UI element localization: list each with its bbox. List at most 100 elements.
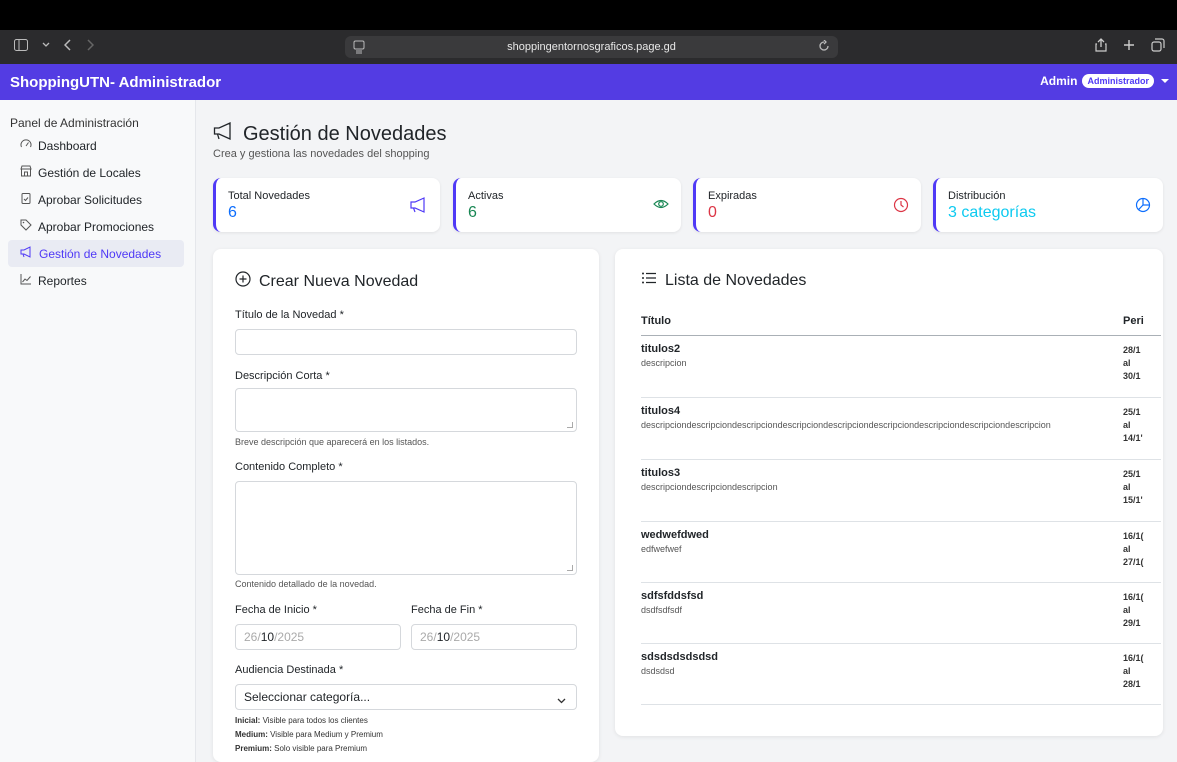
chevron-down-icon[interactable] [42,42,50,48]
sidebar-item-reportes[interactable]: Reportes [8,267,184,294]
note-text: Solo visible para Premium [271,744,368,753]
periodo-inicio: 25/1 [1123,469,1141,479]
dropdown-caret-icon [1161,79,1169,83]
row-titulo: sdfsfddsfsd [641,590,704,602]
sidebar-item-solicitudes[interactable]: Aprobar Solicitudes [8,186,184,213]
titulo-label: Título de la Novedad * [235,309,344,321]
note-text: Visible para Medium y Premium [267,730,383,739]
megaphone-icon [213,121,235,146]
chart-line-icon [20,273,32,288]
row-titulo: titulos4 [641,405,681,417]
contenido-label: Contenido Completo * [235,461,343,473]
descripcion-textarea[interactable] [235,388,577,432]
stat-value: 6 [228,204,237,221]
clock-icon [893,197,909,216]
periodo-inicio: 28/1 [1123,345,1141,355]
row-titulo: titulos3 [641,467,681,479]
fecha-inicio-input[interactable]: 26/10/2025 [235,624,401,650]
form-title: Crear Nueva Novedad [235,271,418,292]
periodo-fin: 15/1' [1123,495,1143,505]
list-icon [641,271,657,290]
contenido-textarea[interactable] [235,481,577,575]
sidebar-item-label: Aprobar Promociones [38,219,155,234]
row-descripcion: dsdsdsd [641,666,675,676]
column-header-titulo[interactable]: Título [641,315,671,327]
sidebar-item-label: Gestión de Novedades [39,246,162,261]
sidebar-item-locales[interactable]: Gestión de Locales [8,159,184,186]
audiencia-select[interactable]: Seleccionar categoría... [235,684,577,710]
sidebar-item-promociones[interactable]: Aprobar Promociones [8,213,184,240]
note-key: Medium: [235,730,268,739]
periodo-fin: 29/1 [1123,618,1141,628]
table-row[interactable]: titulos2 descripcion 28/1 al 30/1 [641,335,1161,397]
audiencia-note-premium: Premium: Solo visible para Premium [235,744,367,753]
forward-icon[interactable] [86,39,94,51]
contenido-help: Contenido detallado de la novedad. [235,579,377,589]
sidebar-item-label: Dashboard [38,138,97,153]
periodo-inicio: 16/1( [1123,653,1144,663]
sidebar-toggle-icon[interactable] [14,39,28,51]
resize-handle-icon[interactable] [567,422,573,428]
audiencia-selected: Seleccionar categoría... [244,690,371,704]
user-menu[interactable]: Admin Administrador [1040,74,1169,88]
date-month: 10 [436,630,451,644]
titulo-input[interactable] [235,329,577,355]
periodo-al: al [1123,358,1131,368]
table-row[interactable]: titulos3 descripciondescripciondescripci… [641,459,1161,521]
lista-novedades-card: Lista de Novedades Título Peri titulos2 … [615,249,1163,736]
periodo-al: al [1123,482,1131,492]
periodo-al: al [1123,605,1131,615]
periodo-fin: 28/1 [1123,679,1141,689]
row-descripcion: dsdfsdfsdf [641,605,683,615]
stat-label: Activas [468,190,504,202]
chevron-down-icon [557,693,566,707]
audiencia-note-medium: Medium: Visible para Medium y Premium [235,730,383,739]
new-tab-icon[interactable] [1123,39,1135,54]
periodo-al: al [1123,420,1131,430]
gauge-icon [20,138,32,153]
sidebar-item-label: Aprobar Solicitudes [38,192,143,207]
app-navbar: ShoppingUTN- Administrador Admin Adminis… [0,64,1177,100]
note-text: Visible para todos los clientes [260,716,368,725]
stat-value: 6 [468,204,477,221]
lista-title: Lista de Novedades [641,271,806,290]
periodo-al: al [1123,666,1131,676]
table-row[interactable]: sdfsfddsfsd dsdfsdfsdf 16/1(al 29/1 [641,582,1161,643]
share-icon[interactable] [1095,38,1107,55]
row-descripcion: descripciondescripciondescripcion [641,482,778,492]
reload-icon[interactable] [818,39,830,55]
sidebar-item-dashboard[interactable]: Dashboard [8,132,184,159]
os-menu-bar [0,0,1177,30]
tabs-overview-icon[interactable] [1151,38,1165,55]
periodo-inicio: 16/1( [1123,531,1144,541]
periodo-fin: 30/1 [1123,371,1141,381]
browser-toolbar: shoppingentornosgraficos.page.gd [0,30,1177,64]
table-row[interactable]: sdsdsdsdsdsd dsdsdsd 16/1( al 28/1 [641,643,1161,705]
form-title-text: Crear Nueva Novedad [259,272,419,290]
fecha-fin-input[interactable]: 26/10/2025 [411,624,577,650]
date-month: 10 [260,630,275,644]
row-titulo: titulos2 [641,343,681,355]
url-text: shoppingentornosgraficos.page.gd [507,41,676,53]
resize-handle-icon[interactable] [567,565,573,571]
date-year: 2025 [453,630,481,644]
page-subtitle: Crea y gestiona las novedades del shoppi… [213,148,430,160]
back-icon[interactable] [64,39,72,51]
brand-title[interactable]: ShoppingUTN- Administrador [10,74,221,91]
stat-label: Expiradas [708,190,757,202]
table-row[interactable]: wedwefdwed edfwefwef 16/1(al 27/1( [641,521,1161,582]
column-header-periodo[interactable]: Peri [1123,315,1153,327]
sidebar-item-novedades[interactable]: Gestión de Novedades [8,240,184,267]
row-periodo: 16/1(al 27/1( [1123,530,1145,569]
note-key: Inicial: [235,716,261,725]
descripcion-label: Descripción Corta * [235,370,330,382]
row-titulo: sdsdsdsdsdsd [641,651,719,663]
row-descripcion: descripcion [641,358,687,368]
stat-label: Total Novedades [228,190,310,202]
table-row[interactable]: titulos4 descripciondescripciondescripci… [641,397,1161,459]
row-periodo: 16/1(al 29/1 [1123,591,1145,630]
date-day: 26 [420,630,434,644]
role-badge: Administrador [1082,74,1154,88]
stat-value: 0 [708,204,717,221]
address-bar[interactable]: shoppingentornosgraficos.page.gd [345,36,838,58]
